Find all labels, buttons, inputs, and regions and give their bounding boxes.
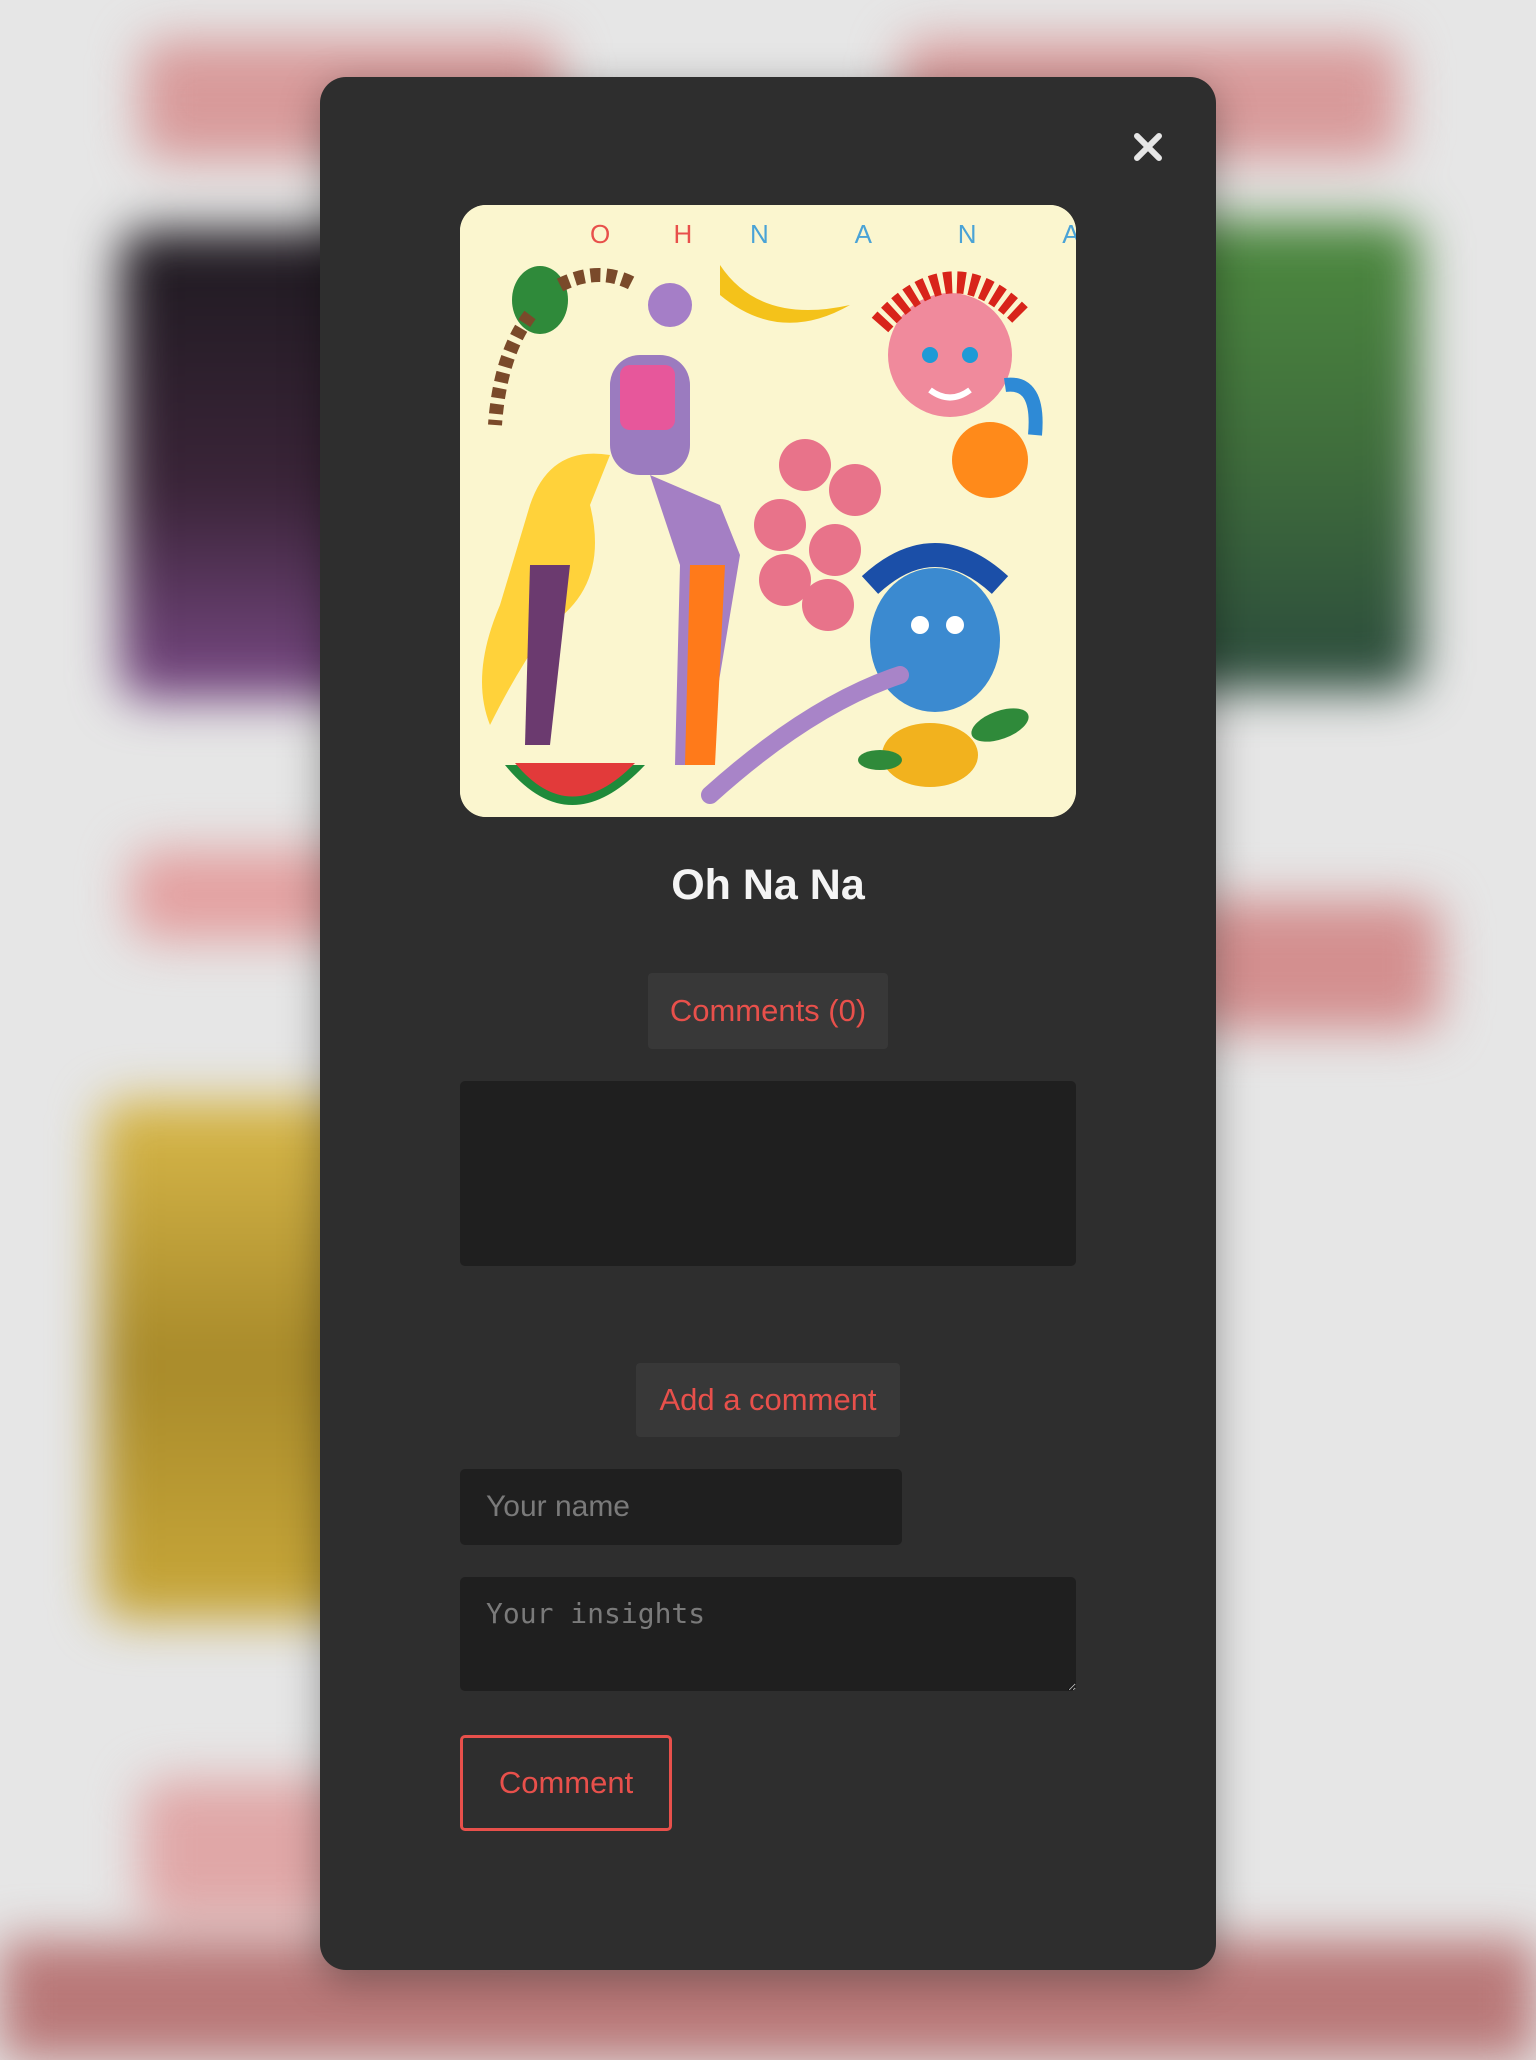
svg-text:N A N A: N A N A: [750, 219, 1076, 249]
svg-text:O H: O H: [590, 219, 720, 249]
comment-submit-button[interactable]: Comment: [460, 1735, 672, 1831]
close-button[interactable]: [1120, 119, 1176, 175]
song-title: Oh Na Na: [671, 861, 865, 909]
close-icon: [1134, 133, 1162, 161]
add-comment-heading[interactable]: Add a comment: [636, 1363, 900, 1437]
album-cover-artwork: O H N A N A: [460, 205, 1076, 817]
insights-field[interactable]: [460, 1577, 1076, 1691]
comments-tab[interactable]: Comments (0): [648, 973, 888, 1049]
name-field[interactable]: [460, 1469, 902, 1545]
comments-list: [460, 1081, 1076, 1266]
song-detail-modal: O H N A N A Oh Na Na Comments (0) Add a …: [320, 77, 1216, 1970]
